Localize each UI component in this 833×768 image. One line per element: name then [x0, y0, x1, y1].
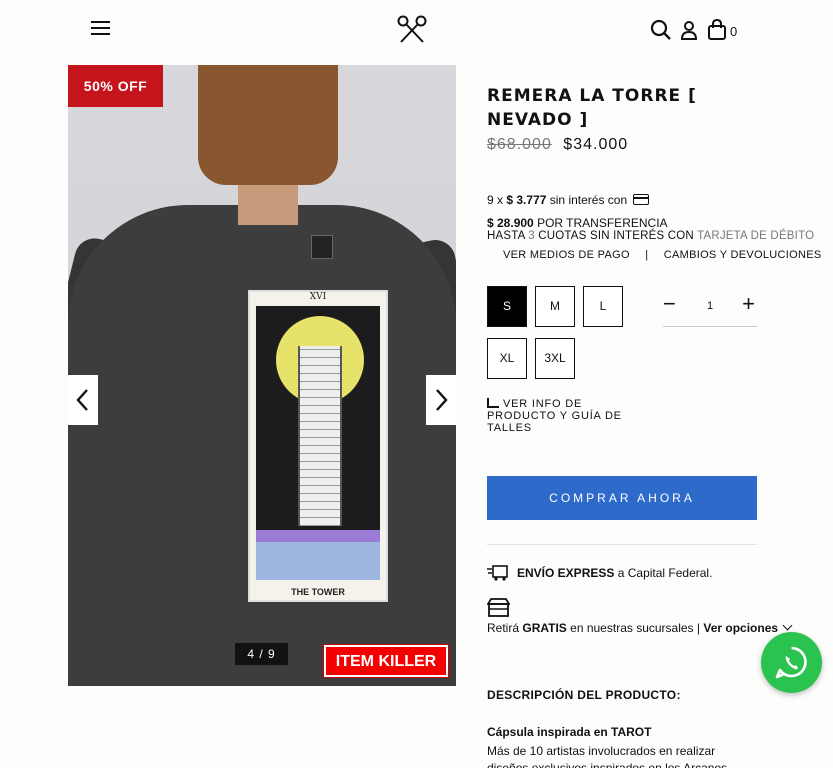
installments-line: 9 x $ 3.777 sin interés con — [487, 193, 650, 207]
chevron-right-icon — [436, 389, 448, 411]
gallery-prev-button[interactable] — [68, 375, 98, 425]
info-links: VER MEDIOS DE PAGO | CAMBIOS Y DEVOLUCIO… — [503, 249, 822, 261]
user-icon[interactable] — [680, 20, 698, 40]
buy-now-button[interactable]: COMPRAR AHORA — [487, 476, 757, 520]
site-header: 0 — [0, 0, 833, 62]
installments-count: 9 — [487, 193, 494, 207]
pickup-rest: en nuestras sucursales | — [570, 621, 701, 635]
size-option-l[interactable]: L — [583, 286, 623, 327]
discount-badge: 50% OFF — [68, 65, 163, 107]
description-body: Más de 10 artistas involucrados en reali… — [487, 744, 728, 768]
tarot-card-name: THE TOWER — [291, 587, 345, 597]
transfer-label: POR TRANSFERENCIA — [537, 216, 668, 230]
menu-icon[interactable] — [91, 21, 110, 37]
quantity-value[interactable]: 1 — [699, 300, 721, 312]
chevron-left-icon — [76, 389, 88, 411]
shipping-rest: a Capital Federal. — [617, 566, 713, 580]
gallery-next-button[interactable] — [426, 375, 456, 425]
pickup-line: Retirá GRATIS en nuestras sucursales | V… — [487, 620, 793, 635]
item-killer-label: ITEM KILLER — [323, 644, 449, 678]
pickup-bold: GRATIS — [522, 621, 567, 635]
size-option-xl[interactable]: XL — [487, 338, 527, 379]
installments-x: x — [497, 193, 504, 207]
tarot-base — [256, 542, 380, 580]
payment-methods-link[interactable]: VER MEDIOS DE PAGO — [503, 249, 630, 261]
size-option-s[interactable]: S — [487, 286, 527, 327]
gallery-counter: 4 / 9 — [235, 643, 288, 665]
hasta-pre: HASTA — [487, 230, 525, 242]
debit-installments-line: HASTA 3 CUOTAS SIN INTERÉS CON TARJETA D… — [487, 230, 814, 242]
description-heading: DESCRIPCIÓN DEL PRODUCTO: — [487, 688, 681, 702]
returns-link[interactable]: CAMBIOS Y DEVOLUCIONES — [664, 249, 822, 261]
product-title: REMERA LA TORRE [ NEVADO ] — [487, 86, 697, 130]
quantity-decrease-button[interactable]: − — [663, 293, 676, 315]
hasta-card: TARJETA DE DÉBITO — [697, 230, 815, 242]
shipping-bold: ENVÍO EXPRESS — [517, 566, 615, 580]
tarot-card-art — [256, 306, 380, 580]
links-separator: | — [645, 249, 649, 261]
old-price: $68.000 — [487, 136, 552, 153]
description-subtitle: Cápsula inspirada en TAROT — [487, 725, 652, 739]
tarot-card-print: XVI THE TOWER — [248, 290, 388, 602]
quantity-stepper: − 1 + — [663, 292, 757, 327]
shipping-line: ENVÍO EXPRESS a Capital Federal. — [487, 565, 712, 581]
cart-bag-icon[interactable] — [707, 18, 727, 41]
tarot-card-number: XVI — [309, 292, 327, 302]
shirt-logo-tag — [311, 235, 333, 259]
current-price: $34.000 — [563, 136, 629, 153]
size-guide-label[interactable]: VER INFO DE PRODUCTO Y GUÍA DE TALLES — [487, 398, 622, 434]
pickup-pre: Retirá — [487, 621, 520, 635]
chevron-down-icon[interactable] — [782, 620, 793, 631]
transfer-price-line: $ 28.900 POR TRANSFERENCIA — [487, 216, 668, 230]
credit-card-icon — [633, 194, 650, 205]
fast-truck-icon — [487, 565, 508, 581]
size-option-m[interactable]: M — [535, 286, 575, 327]
logo-scissors-icon[interactable] — [396, 14, 428, 44]
whatsapp-button[interactable] — [761, 632, 822, 693]
ruler-icon — [487, 398, 499, 408]
search-icon[interactable] — [650, 19, 672, 41]
product-image[interactable]: XVI THE TOWER — [68, 65, 456, 686]
store-icon — [486, 598, 511, 622]
whatsapp-icon — [775, 646, 807, 679]
hasta-num: 3 — [528, 230, 535, 242]
hasta-mid: CUOTAS SIN INTERÉS CON — [538, 230, 694, 242]
installment-amount: $ 3.777 — [506, 193, 547, 207]
pickup-options-link[interactable]: Ver opciones — [703, 621, 778, 635]
size-option-3xl[interactable]: 3XL — [535, 338, 575, 379]
transfer-amount: $ 28.900 — [487, 216, 534, 230]
quantity-increase-button[interactable]: + — [742, 293, 755, 315]
cart-count[interactable]: 0 — [730, 24, 737, 39]
divider — [487, 544, 757, 545]
size-guide-link[interactable]: VER INFO DE PRODUCTO Y GUÍA DE TALLES — [487, 398, 637, 434]
price-block: $68.000 $34.000 — [487, 136, 628, 154]
installments-suffix: sin interés con — [549, 193, 628, 207]
model-hair — [198, 65, 338, 185]
tarot-tower — [298, 346, 342, 526]
